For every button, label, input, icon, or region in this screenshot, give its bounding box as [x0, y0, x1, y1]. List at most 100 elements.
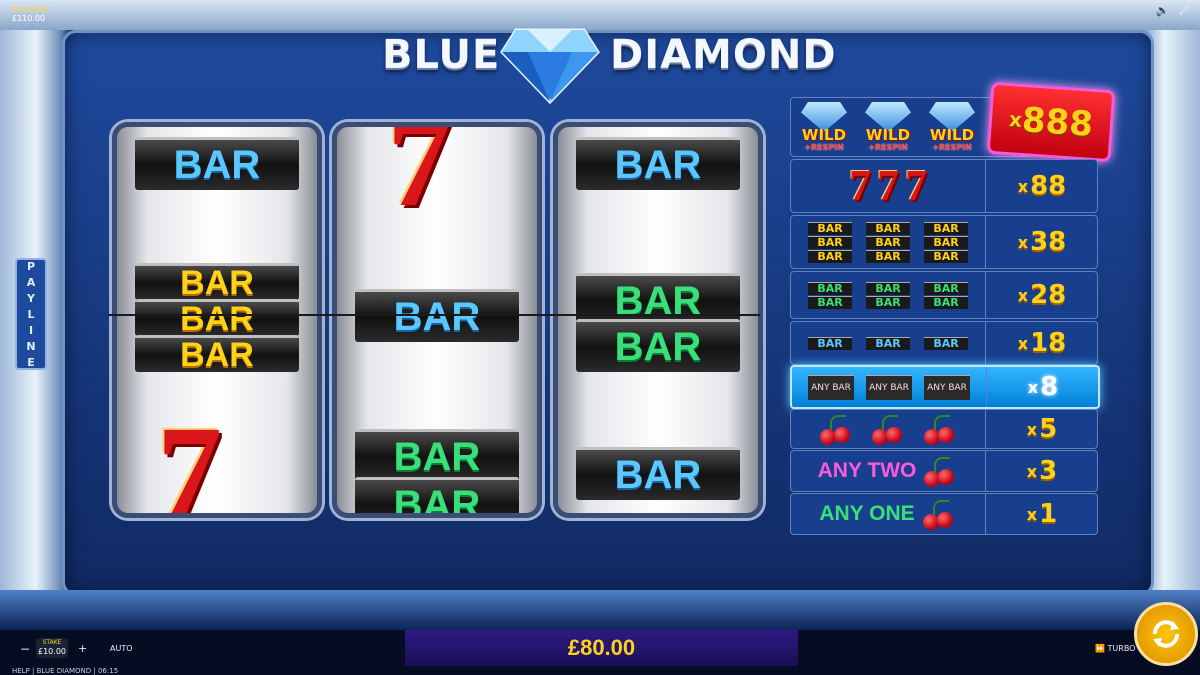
wild-symbol: WILD +RESPIN [859, 102, 917, 152]
bar-text: BAR [808, 249, 852, 263]
balance-label: BALANCE [12, 5, 50, 14]
seven-symbol: 7 [849, 161, 871, 210]
payline-tab: P A Y L I N E [15, 258, 47, 370]
bar-symbol: BAR [576, 319, 740, 372]
multiplier-value: 888 [1020, 100, 1095, 145]
payout: x 18 [985, 322, 1098, 364]
reel-2: 7 BAR BAR BAR [332, 122, 542, 518]
multiplier-x: x [1026, 419, 1038, 439]
spin-button[interactable] [1134, 602, 1198, 666]
bar-symbol: BAR [135, 263, 299, 302]
bar-text: BAR [924, 249, 968, 263]
bar-text: BAR [866, 281, 910, 295]
single-bar-symbol: BAR [866, 336, 910, 350]
increase-stake-button[interactable]: + [78, 642, 87, 655]
multiplier-value: 18 [1030, 328, 1067, 358]
stake-display: STAKE £10.00 [36, 638, 68, 658]
turbo-label: TURBO [1107, 644, 1136, 653]
multiplier-value: 28 [1030, 280, 1067, 310]
decrease-stake-button[interactable]: − [20, 642, 30, 656]
fullscreen-icon[interactable]: ⤢ [1179, 4, 1188, 18]
turbo-button[interactable]: ⏩ TURBO [1095, 644, 1135, 653]
cherry-icon [922, 413, 958, 445]
paytable-row-wild: WILD +RESPIN WILD +RESPIN WILD +RESPIN x 888 [790, 81, 1116, 163]
multiplier-x: x [1026, 461, 1038, 481]
payout: x8 [986, 367, 1099, 407]
payline-letter: L [27, 307, 35, 321]
wild-text: WILD [801, 126, 847, 144]
paytable-row-single-bar: BAR BAR BAR x 18 [790, 321, 1098, 365]
any-one-label-group: ANY ONE [791, 494, 985, 534]
cherry-symbols [791, 410, 985, 448]
paytable-row-any-two: ANY TWO x3 [790, 450, 1098, 492]
seven-symbol: 7 [877, 161, 899, 210]
bar-text: BAR [866, 249, 910, 263]
bar-symbol: BAR [135, 137, 299, 190]
stake-value: £10.00 [38, 647, 66, 656]
any-two-label: ANY TWO [817, 459, 917, 482]
bar-symbol: BAR [576, 447, 740, 500]
triple-bar-symbol: BAR BAR BAR [924, 221, 968, 263]
spin-icon [1153, 620, 1179, 648]
payout: x 28 [985, 272, 1098, 318]
win-display: £80.00 [405, 630, 798, 666]
double-bar-symbol: BAR BAR [808, 281, 852, 309]
paytable-row-any-bar-highlighted: ANY BAR ANY BAR ANY BAR x8 [790, 365, 1100, 409]
bar-symbol: BAR [355, 477, 519, 513]
multiplier-x: x [1027, 377, 1039, 397]
bar-text: BAR [866, 221, 910, 235]
reel-1: BAR BAR BAR BAR 7 [112, 122, 322, 518]
wild-text: WILD [865, 126, 911, 144]
any-one-label: ANY ONE [819, 502, 915, 525]
bar-text: BAR [866, 295, 910, 309]
respin-text: +RESPIN [868, 143, 908, 152]
payline-letter: P [26, 259, 36, 273]
jackpot-multiplier: x 888 [986, 81, 1116, 163]
respin-text: +RESPIN [932, 143, 972, 152]
bar-text: BAR [924, 295, 968, 309]
triple-bar-symbol: BAR BAR BAR [808, 221, 852, 263]
bar-text: BAR [808, 221, 852, 235]
any-bar-symbol: ANY BAR [866, 374, 912, 400]
cherry-icon [922, 455, 958, 487]
cherry-icon [870, 413, 906, 445]
single-bar-symbols: BAR BAR BAR [791, 322, 985, 364]
logo-text-right: DIAMOND [610, 32, 837, 78]
any-bar-symbols: ANY BAR ANY BAR ANY BAR [792, 367, 986, 407]
payline-letter: I [28, 323, 34, 337]
sound-icon[interactable]: 🔈 [1155, 4, 1169, 18]
paytable-row-double-bar: BAR BAR BAR BAR BAR BAR x 28 [790, 271, 1098, 319]
payout: x3 [985, 451, 1098, 491]
bar-text: BAR [866, 235, 910, 249]
game-logo: BLUE DIAMOND [380, 22, 836, 104]
balance-display: BALANCE £110.00 [12, 5, 50, 23]
payline-letter: A [26, 275, 36, 289]
multiplier-value: 3 [1039, 456, 1058, 486]
any-two-label-group: ANY TWO [791, 451, 985, 491]
bar-symbol: BAR [135, 335, 299, 374]
triple-bar-symbol: BAR BAR BAR [866, 221, 910, 263]
seven-symbol: 7 [387, 122, 452, 234]
cherry-icon [921, 498, 957, 530]
auto-button[interactable]: AUTO [110, 644, 133, 653]
logo-text-left: BLUE [382, 32, 501, 78]
cherry-icon [818, 413, 854, 445]
bar-text: BAR [924, 221, 968, 235]
stake-label: STAKE [42, 639, 62, 646]
multiplier-x: x [1017, 232, 1029, 252]
seven-symbol: 7 [157, 400, 222, 518]
seven-symbol: 7 [905, 161, 927, 210]
payout: x1 [985, 494, 1098, 534]
bar-symbol: BAR [355, 429, 519, 482]
multiplier-x: x [1017, 285, 1029, 305]
multiplier-value: 1 [1039, 499, 1058, 529]
wild-symbols: WILD +RESPIN WILD +RESPIN WILD +RESPIN [791, 98, 985, 156]
bar-text: BAR [808, 295, 852, 309]
footer-info: HELP | BLUE DIAMOND | 06:15 [12, 667, 119, 675]
paytable: WILD +RESPIN WILD +RESPIN WILD +RESPIN x 888… [790, 81, 1116, 535]
bar-text: BAR [808, 235, 852, 249]
wild-symbol: WILD +RESPIN [795, 102, 853, 152]
multiplier-x: x [1017, 176, 1029, 196]
bar-symbol: BAR [576, 137, 740, 190]
diamond-icon [500, 28, 600, 104]
